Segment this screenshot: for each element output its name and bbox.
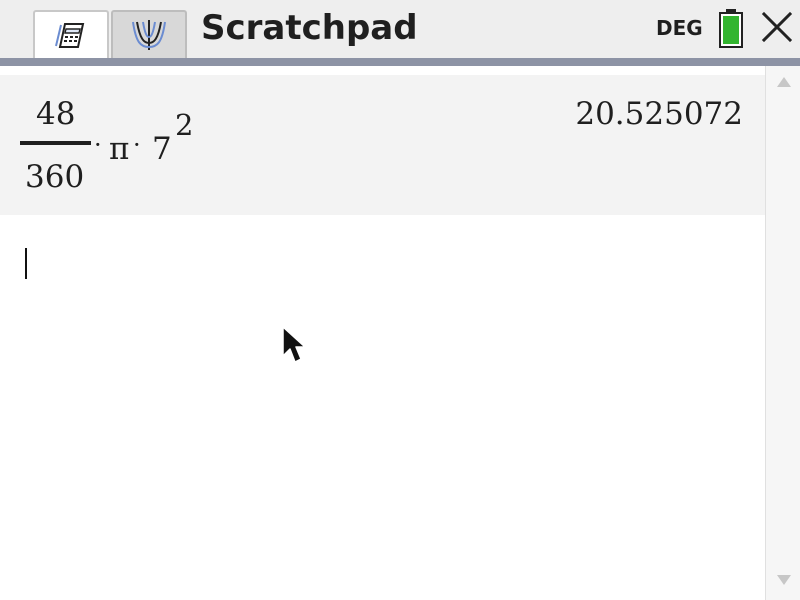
- graph-tab[interactable]: [111, 10, 187, 58]
- graph-icon: [132, 20, 166, 50]
- scratchpad-screen: Scratchpad DEG 48 360 · π · 7 2 20.52507…: [0, 0, 800, 600]
- title-accent-bar: [0, 58, 800, 66]
- text-caret: [25, 248, 27, 279]
- history-entry[interactable]: 48 360 · π · 7 2 20.525072: [0, 75, 765, 215]
- calculator-icon: [55, 23, 85, 48]
- power-exponent: 2: [175, 108, 194, 142]
- multiplication-dot: ·: [94, 131, 102, 159]
- pi-symbol: π: [109, 131, 130, 167]
- calculator-tab[interactable]: [33, 10, 109, 58]
- fraction-bar: [20, 141, 91, 145]
- multiplication-dot: ·: [133, 131, 141, 159]
- vertical-scrollbar[interactable]: [765, 66, 800, 600]
- fraction-numerator: 48: [36, 96, 76, 132]
- scroll-down-icon[interactable]: [776, 574, 792, 586]
- calculator-history-area: 48 360 · π · 7 2 20.525072: [0, 66, 765, 600]
- title-bar: Scratchpad DEG: [0, 0, 800, 59]
- calculator-input-line[interactable]: [0, 215, 765, 355]
- scroll-up-icon[interactable]: [776, 76, 792, 88]
- mouse-pointer-icon: [282, 326, 306, 363]
- power-base: 7: [152, 131, 172, 167]
- close-icon[interactable]: [760, 10, 794, 44]
- battery-icon: [719, 9, 743, 48]
- history-result: 20.525072: [575, 96, 743, 132]
- angle-mode-indicator: DEG: [656, 16, 703, 40]
- app-title: Scratchpad: [201, 8, 418, 48]
- fraction-denominator: 360: [25, 159, 85, 195]
- history-expression: 48 360 · π · 7 2: [20, 75, 280, 215]
